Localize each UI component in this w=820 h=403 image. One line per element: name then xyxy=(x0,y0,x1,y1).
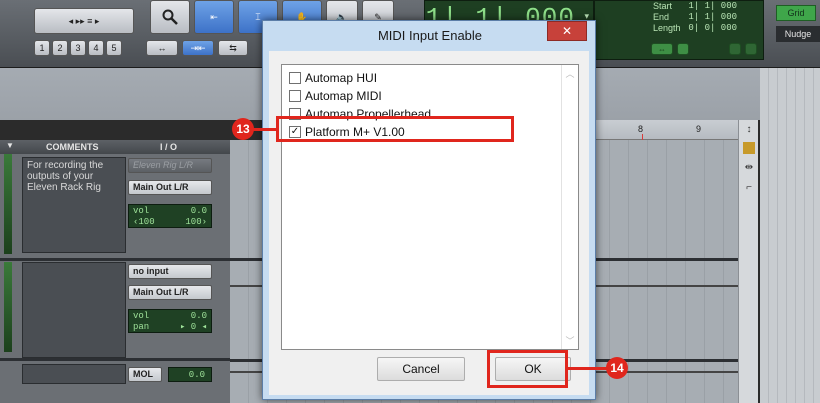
grid-button[interactable]: Grid xyxy=(776,5,816,21)
track-1-output-selector[interactable]: Main Out L/R xyxy=(128,180,212,195)
fade-icon[interactable]: ⌐ xyxy=(743,182,755,194)
track-2-pan-row: pan ▸ 0 ◂ xyxy=(133,322,207,332)
link-timeline-button[interactable]: ↔ xyxy=(146,40,178,56)
clip-list-panel xyxy=(760,68,820,403)
waveform-zoom-icon: ◂ ▸▸ ≡ ▸ xyxy=(68,15,100,26)
midi-input-enable-dialog: MIDI Input Enable ✕ Automap HUI Automap … xyxy=(262,20,596,400)
timeline-ruler[interactable]: 8 9 xyxy=(590,120,738,154)
mirror-icon: ⇆ xyxy=(229,42,237,53)
zoom-preset-4[interactable]: 4 xyxy=(88,40,104,56)
scroll-up-icon[interactable]: ︿ xyxy=(562,67,578,80)
link-arrows-icon: ⇔ xyxy=(658,44,666,54)
track-1-pan-right[interactable]: 100› xyxy=(185,217,207,227)
track-1-meter xyxy=(4,154,12,254)
length-value[interactable]: 0| 0| 000 xyxy=(688,23,737,33)
list-item-automap-midi[interactable]: Automap MIDI xyxy=(289,88,519,105)
zoom-toggle-button[interactable]: ◂ ▸▸ ≡ ▸ xyxy=(34,8,134,34)
trim-tool-button[interactable]: ⇤ xyxy=(194,0,234,34)
master-output-selector[interactable]: MOL xyxy=(128,367,162,382)
magnifier-icon xyxy=(162,9,178,25)
close-button[interactable]: ✕ xyxy=(547,21,587,41)
dialog-body: Automap HUI Automap MIDI Automap Propell… xyxy=(269,51,589,395)
selection-link-button[interactable]: ⇔ xyxy=(651,43,673,55)
callout-leader-14 xyxy=(568,367,608,370)
track-2-vol-value[interactable]: 0.0 xyxy=(191,311,207,321)
start-value[interactable]: 1| 1| 000 xyxy=(688,1,737,11)
nudge-label[interactable]: Nudge xyxy=(776,26,820,42)
master-comment[interactable] xyxy=(22,364,126,384)
zoomer-tool-button[interactable] xyxy=(150,0,190,34)
track-1-pan-left[interactable]: ‹100 xyxy=(133,217,155,227)
timeline-side-controls: ↕ ⇹ ⌐ xyxy=(738,120,758,403)
list-item-automap-hui[interactable]: Automap HUI xyxy=(289,70,519,87)
highlight-platform-item xyxy=(276,116,514,142)
track-1-volume-pan[interactable]: vol 0.0 ‹100 100› xyxy=(128,204,212,228)
cancel-button[interactable]: Cancel xyxy=(377,357,465,381)
track-2-pan-value[interactable]: ▸ 0 ◂ xyxy=(180,322,207,332)
end-label: End xyxy=(653,12,670,22)
highlight-ok-button xyxy=(487,350,568,388)
collapse-icon[interactable]: ▼ xyxy=(6,141,14,150)
ruler-mark-9: 9 xyxy=(696,124,702,134)
close-icon: ✕ xyxy=(561,24,573,38)
checkbox-automap-hui[interactable] xyxy=(289,72,301,84)
track-1-vol-value[interactable]: 0.0 xyxy=(191,206,207,216)
zoom-preset-2[interactable]: 2 xyxy=(52,40,68,56)
callout-leader-13 xyxy=(252,128,276,131)
end-value[interactable]: 1| 1| 000 xyxy=(688,12,737,22)
elastic-icon[interactable]: ⇹ xyxy=(743,162,755,174)
link-icon: ↔ xyxy=(157,43,167,53)
track-2-meter xyxy=(4,262,12,352)
list-item-label: Automap MIDI xyxy=(305,89,382,103)
track-1-vol-label: vol xyxy=(133,206,150,216)
transient-icon: ⇥⇤ xyxy=(190,42,206,53)
scroll-down-icon[interactable]: ﹀ xyxy=(562,334,578,347)
tab-to-transient-button[interactable]: ⇥⇤ xyxy=(182,40,214,56)
selection-mode-button-2[interactable] xyxy=(745,43,757,55)
tracks-area: For recording the outputs of your Eleven… xyxy=(0,154,230,403)
mirror-midi-button[interactable]: ⇆ xyxy=(218,40,248,56)
midi-input-list[interactable]: Automap HUI Automap MIDI Automap Propell… xyxy=(281,64,579,350)
track-1-comment[interactable]: For recording the outputs of your Eleven… xyxy=(22,157,126,253)
track-2-input-selector[interactable]: no input xyxy=(128,264,212,279)
track-2-volume-row: vol 0.0 xyxy=(133,311,207,321)
list-item-label: Automap HUI xyxy=(305,71,378,85)
column-header: ▼ COMMENTS I / O xyxy=(0,140,230,154)
track-2-vol-label: vol xyxy=(133,311,150,321)
zoom-preset-1[interactable]: 1 xyxy=(34,40,50,56)
trim-icon: ⇤ xyxy=(210,11,218,22)
zoom-preset-5[interactable]: 5 xyxy=(106,40,122,56)
ruler-mark-8: 8 xyxy=(638,124,644,134)
track-divider-2 xyxy=(0,358,230,361)
track-2-volume-pan[interactable]: vol 0.0 pan ▸ 0 ◂ xyxy=(128,309,212,333)
step-badge-14: 14 xyxy=(606,357,628,379)
track-divider xyxy=(0,258,230,261)
zoom-preset-3[interactable]: 3 xyxy=(70,40,86,56)
track-1-pan-row: ‹100 100› xyxy=(133,217,207,227)
track-1-input-selector[interactable]: Eleven Rig L/R xyxy=(128,158,212,173)
step-badge-13: 13 xyxy=(232,118,254,140)
master-vol-value[interactable]: 0.0 xyxy=(189,370,205,380)
expand-icon[interactable]: ↕ xyxy=(743,124,755,136)
track-1-volume-row: vol 0.0 xyxy=(133,206,207,216)
track-2-pan-label: pan xyxy=(133,322,150,332)
length-label: Length xyxy=(653,23,681,33)
master-volume[interactable]: 0.0 xyxy=(168,367,212,382)
track-2-output-selector[interactable]: Main Out L/R xyxy=(128,285,212,300)
clip-list-stripes xyxy=(760,68,820,403)
selector-icon: ⌶ xyxy=(255,11,261,22)
selection-mode-button[interactable] xyxy=(729,43,741,55)
selection-lock-button[interactable] xyxy=(677,43,689,55)
comments-column-header: COMMENTS xyxy=(46,142,99,152)
io-column-header: I / O xyxy=(160,142,178,152)
pro-tools-window: ◂ ▸▸ ≡ ▸ ⇤ ⌶ ✋ 🔈 ✎ 1 2 3 4 5 ↔ ⇥⇤ ⇆ 1| 1… xyxy=(0,0,820,403)
track-2-comment[interactable] xyxy=(22,262,126,358)
marker-icon[interactable] xyxy=(743,142,755,154)
list-scrollbar[interactable]: ︿ ﹀ xyxy=(561,65,578,349)
checkbox-automap-midi[interactable] xyxy=(289,90,301,102)
selection-indicators: Start 1| 1| 000 End 1| 1| 000 Length 0| … xyxy=(594,0,764,60)
start-label: Start xyxy=(653,1,673,11)
